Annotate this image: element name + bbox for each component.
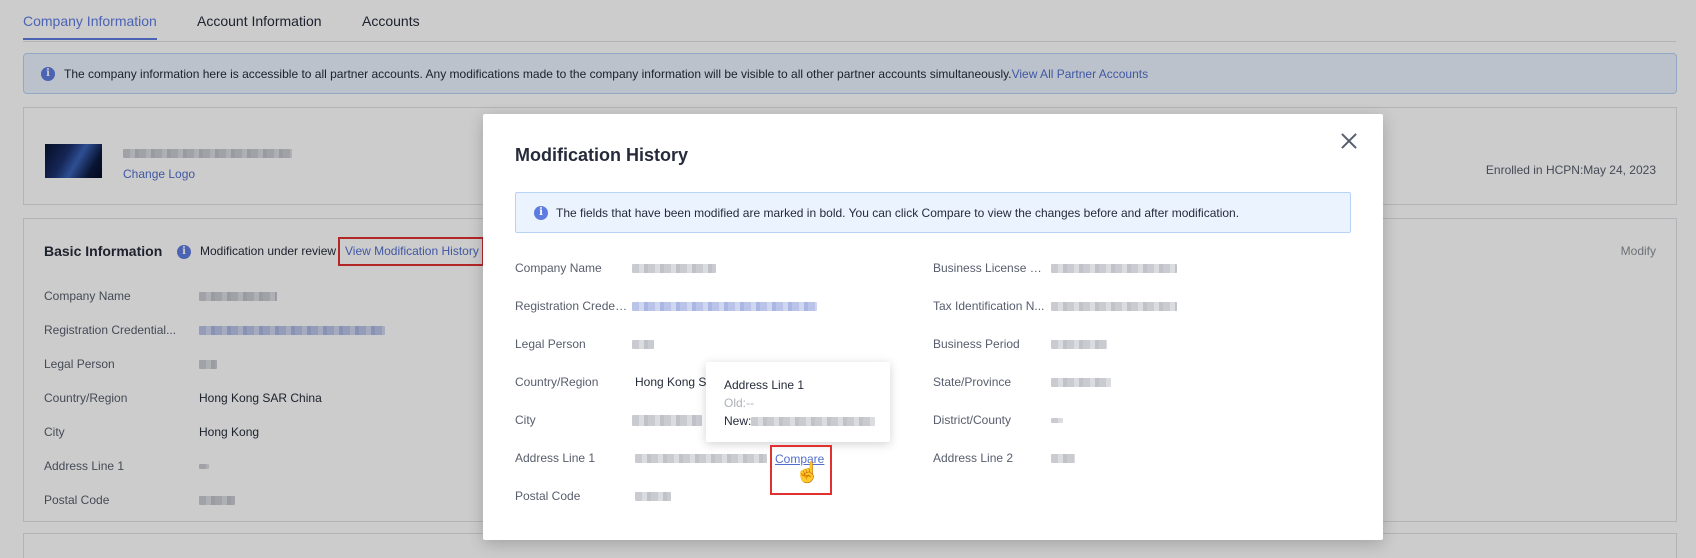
dialog-title: Modification History <box>515 145 689 165</box>
popover-old-value: Old:-- <box>724 396 754 410</box>
compare-popover: Address Line 1 Old:-- New: <box>706 362 890 442</box>
hand-cursor-icon: ☝ <box>795 462 820 484</box>
close-icon[interactable] <box>1337 129 1361 153</box>
popover-new-value: New: <box>724 412 890 430</box>
popover-field-name: Address Line 1 <box>724 378 805 392</box>
modification-history-dialog: Modification History i The fields that h… <box>483 114 1383 540</box>
modification-notice-text: The fields that have been modified are m… <box>556 206 1240 220</box>
info-icon: i <box>534 206 548 220</box>
modification-notice: i The fields that have been modified are… <box>515 192 1351 233</box>
compare-highlight: Compare ☝ <box>770 445 832 495</box>
